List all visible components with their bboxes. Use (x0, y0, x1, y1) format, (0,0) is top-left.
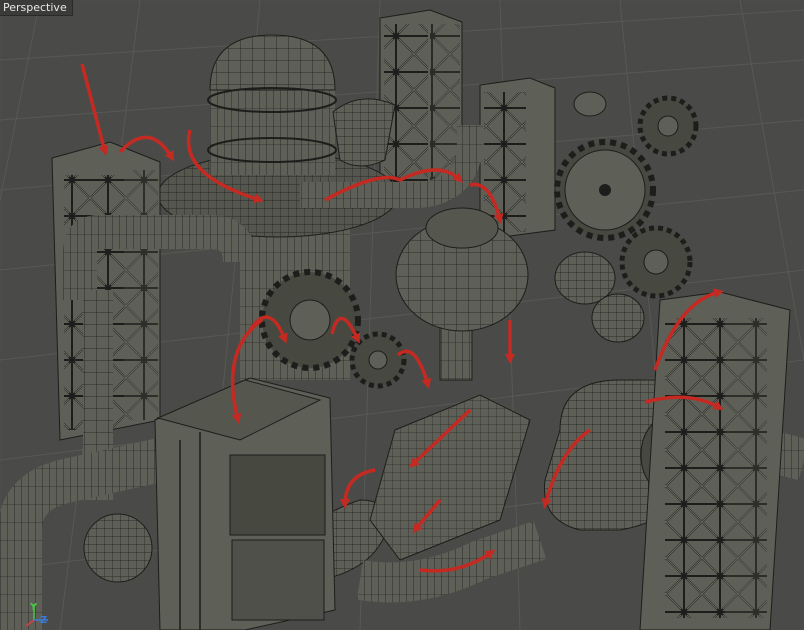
gear-left-small[interactable] (349, 331, 407, 389)
axis-z-label: Z (40, 615, 48, 626)
gear-mid-right[interactable] (619, 225, 693, 299)
sphere-tank-left-bottom[interactable] (83, 513, 153, 583)
scene-canvas[interactable] (0, 0, 804, 630)
gear-large-right[interactable] (554, 139, 656, 241)
axis-y-label: Y (30, 602, 38, 613)
viewport-label[interactable]: Perspective (0, 0, 73, 16)
lattice-tower-right[interactable] (639, 291, 791, 630)
perspective-viewport[interactable]: Perspective Y Z (0, 0, 804, 630)
funnel-bowl[interactable] (332, 98, 396, 167)
gear-small-top-right[interactable] (637, 95, 699, 157)
control-cabinet[interactable] (154, 377, 336, 630)
